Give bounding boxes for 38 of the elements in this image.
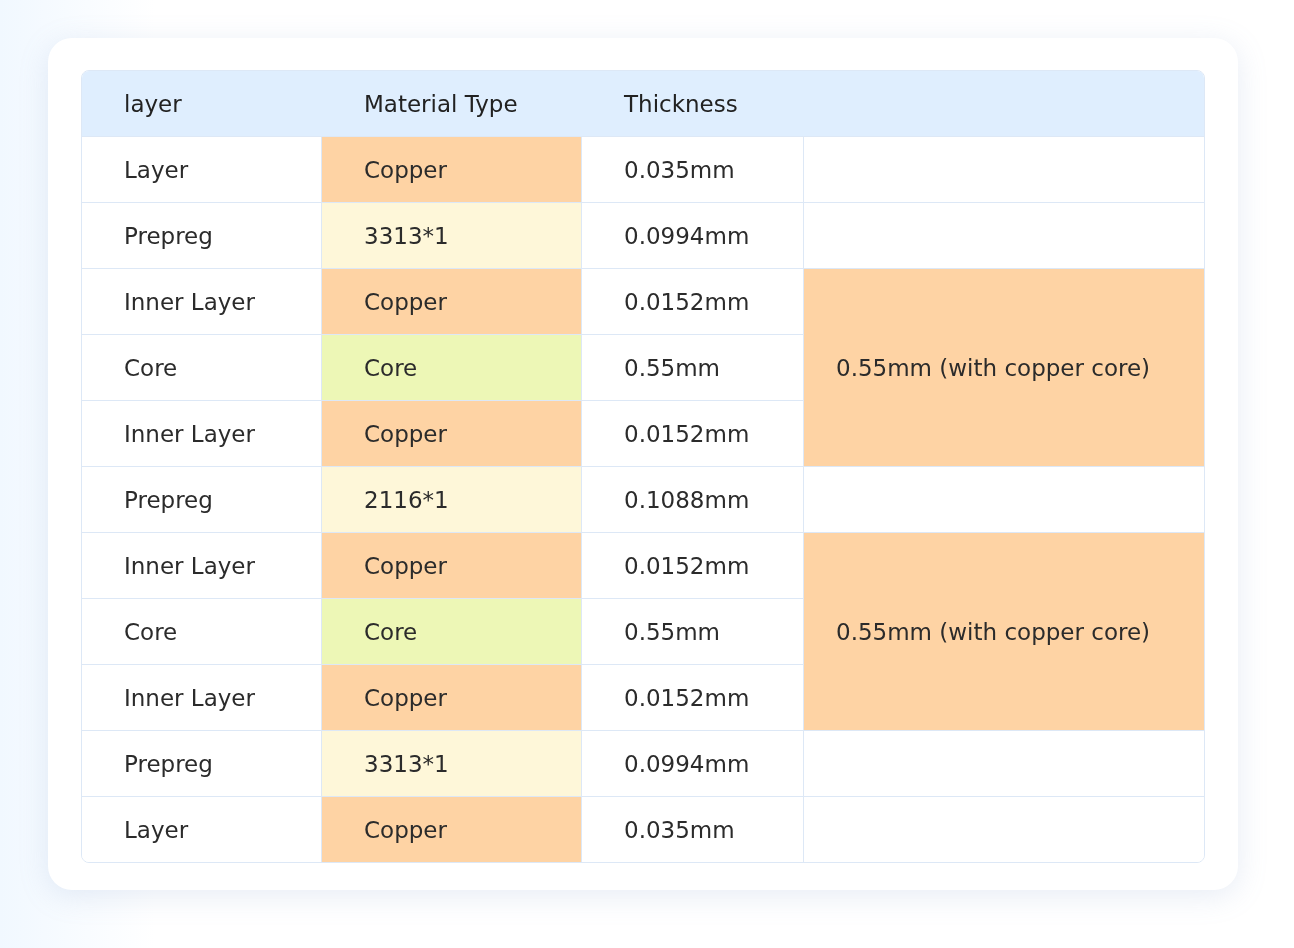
table-cell: Layer bbox=[82, 136, 322, 202]
column-header: Material Type bbox=[363, 89, 519, 119]
table-cell: Inner Layer bbox=[82, 532, 322, 598]
column-header: layer bbox=[123, 89, 183, 119]
table-cell: Core bbox=[322, 334, 582, 400]
table-cell: 0.0152mm bbox=[582, 532, 804, 598]
table-cell: 0.0152mm bbox=[582, 664, 804, 730]
table-cell: Copper bbox=[322, 532, 582, 598]
table-cell: 3313*1 bbox=[322, 730, 582, 796]
table-cell: Copper bbox=[322, 400, 582, 466]
table-cell: Prepreg bbox=[82, 202, 322, 268]
table-cell: Layer bbox=[82, 796, 322, 862]
table-cell: 0.0994mm bbox=[582, 730, 804, 796]
table-cell: 0.035mm bbox=[582, 136, 804, 202]
table-cell: Copper bbox=[322, 796, 582, 862]
table-cell: Prepreg bbox=[82, 730, 322, 796]
table-cell: Inner Layer bbox=[82, 664, 322, 730]
table-cell: 0.1088mm bbox=[582, 466, 804, 532]
table-cell: Inner Layer bbox=[82, 400, 322, 466]
table-cell: 0.55mm bbox=[582, 334, 804, 400]
table-cell: 0.55mm bbox=[582, 598, 804, 664]
table-cell: 3313*1 bbox=[322, 202, 582, 268]
column-header: Thickness bbox=[623, 89, 739, 119]
table-cell: 0.0994mm bbox=[582, 202, 804, 268]
table-cell: 0.55mm (with copper core) bbox=[804, 268, 1204, 466]
table-cell: 0.0152mm bbox=[582, 400, 804, 466]
table-cell: Copper bbox=[322, 136, 582, 202]
table-cell: Prepreg bbox=[82, 466, 322, 532]
table-cell: Inner Layer bbox=[82, 268, 322, 334]
table-cell: Core bbox=[82, 334, 322, 400]
table-cell: 2116*1 bbox=[322, 466, 582, 532]
table-cell: Core bbox=[82, 598, 322, 664]
table-cell: 0.55mm (with copper core) bbox=[804, 532, 1204, 730]
table-cell: Core bbox=[322, 598, 582, 664]
table-cell: Copper bbox=[322, 268, 582, 334]
table-cell: 0.035mm bbox=[582, 796, 804, 862]
table-cell: 0.0152mm bbox=[582, 268, 804, 334]
table-cell: Copper bbox=[322, 664, 582, 730]
